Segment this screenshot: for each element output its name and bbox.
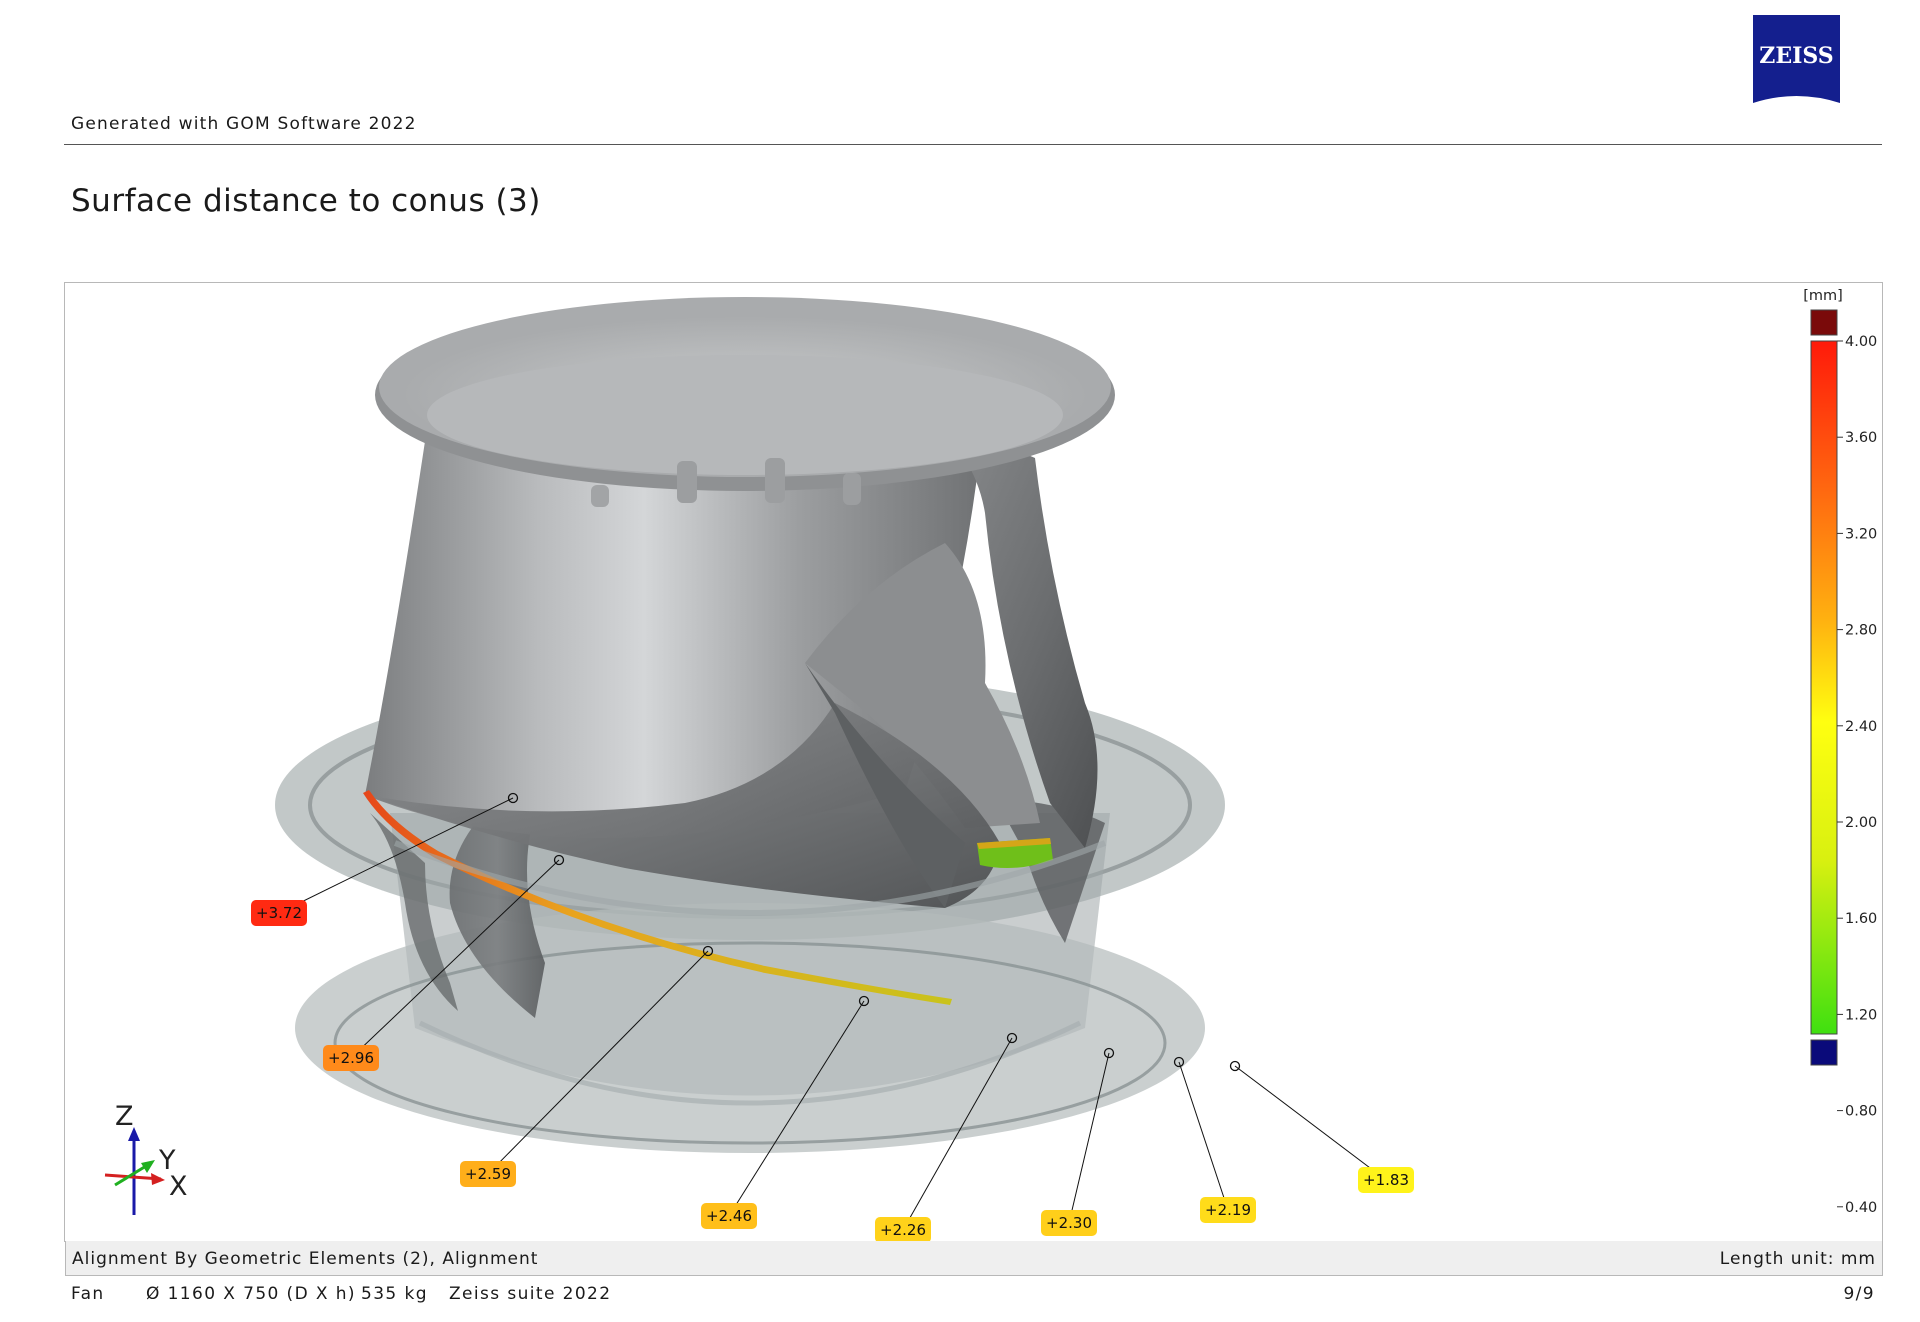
deviation-label-value: +2.30 bbox=[1046, 1214, 1092, 1232]
zeiss-logo: ZEISS bbox=[1753, 15, 1840, 103]
scale-gradient-bar bbox=[1810, 340, 1838, 1035]
scale-tick-label: 0.40 bbox=[1845, 1200, 1877, 1216]
footer-suite: Zeiss suite 2022 bbox=[449, 1284, 612, 1304]
header-divider bbox=[64, 144, 1882, 145]
scale-tick-label: 0.80 bbox=[1845, 1104, 1877, 1120]
scale-overflow-swatch bbox=[1810, 309, 1838, 336]
scale-tick-label: 4.00 bbox=[1845, 334, 1877, 350]
axis-z-label: Z bbox=[115, 1101, 134, 1132]
deviation-label-value: +2.59 bbox=[465, 1165, 511, 1183]
generated-with-text: Generated with GOM Software 2022 bbox=[71, 114, 417, 134]
svg-text:ZEISS: ZEISS bbox=[1759, 43, 1833, 69]
axis-triad: Z Y X bbox=[104, 1101, 188, 1215]
3d-viewer[interactable]: +3.72 +2.96 +2.59 +2.46 +2.26 +2.30 +2.19 +1.83… bbox=[64, 282, 1883, 1242]
deviation-label-value: +1.83 bbox=[1363, 1171, 1409, 1189]
status-bar: Alignment By Geometric Elements (2), Ali… bbox=[65, 1241, 1883, 1276]
page-title: Surface distance to conus (3) bbox=[71, 183, 541, 219]
deviation-label-value: +2.26 bbox=[880, 1221, 926, 1239]
alignment-info: Alignment By Geometric Elements (2), Ali… bbox=[72, 1249, 539, 1269]
length-unit-info: Length unit: mm bbox=[1719, 1249, 1876, 1269]
scale-tick-label: 3.60 bbox=[1845, 430, 1877, 446]
scale-tick-label: 1.60 bbox=[1845, 911, 1877, 927]
deviation-label-value: +2.96 bbox=[328, 1049, 374, 1067]
scale-ticks: 4.00 3.60 3.20 2.80 2.40 2.00 1.60 1.20 0.80 0.40 bbox=[1837, 334, 1877, 1216]
axis-x-label: X bbox=[169, 1171, 188, 1202]
deviation-label-value: +2.46 bbox=[706, 1207, 752, 1225]
deviation-label-value: +2.19 bbox=[1205, 1201, 1251, 1219]
scale-underflow-swatch bbox=[1810, 1039, 1838, 1066]
scale-tick-label: 2.00 bbox=[1845, 815, 1877, 831]
scale-unit-label: [mm] bbox=[1803, 288, 1843, 304]
scale-tick-label: 2.80 bbox=[1845, 623, 1877, 639]
footer-weight: 535 kg bbox=[361, 1284, 428, 1304]
scale-tick-label: 3.20 bbox=[1845, 526, 1877, 542]
deviation-label-value: +3.72 bbox=[256, 904, 302, 922]
deviation-leader-line bbox=[1178, 1061, 1229, 1211]
fan-model-scene[interactable]: +3.72 +2.96 +2.59 +2.46 +2.26 +2.30 +2.19 +1.83… bbox=[65, 283, 1882, 1241]
scale-tick-label: 2.40 bbox=[1845, 719, 1877, 735]
scale-tick-label: 1.20 bbox=[1845, 1007, 1877, 1023]
page-number: 9/9 bbox=[1843, 1284, 1875, 1304]
footer-part-name: Fan bbox=[71, 1284, 105, 1304]
footer-dimensions: Ø 1160 X 750 (D X h) bbox=[146, 1284, 356, 1304]
color-scale-legend: [mm] 4.00 3.60 3.20 2.80 2.40 2.00 1.60 1.20 0.8… bbox=[1803, 288, 1877, 1216]
deviation-leader-line bbox=[1234, 1065, 1387, 1181]
